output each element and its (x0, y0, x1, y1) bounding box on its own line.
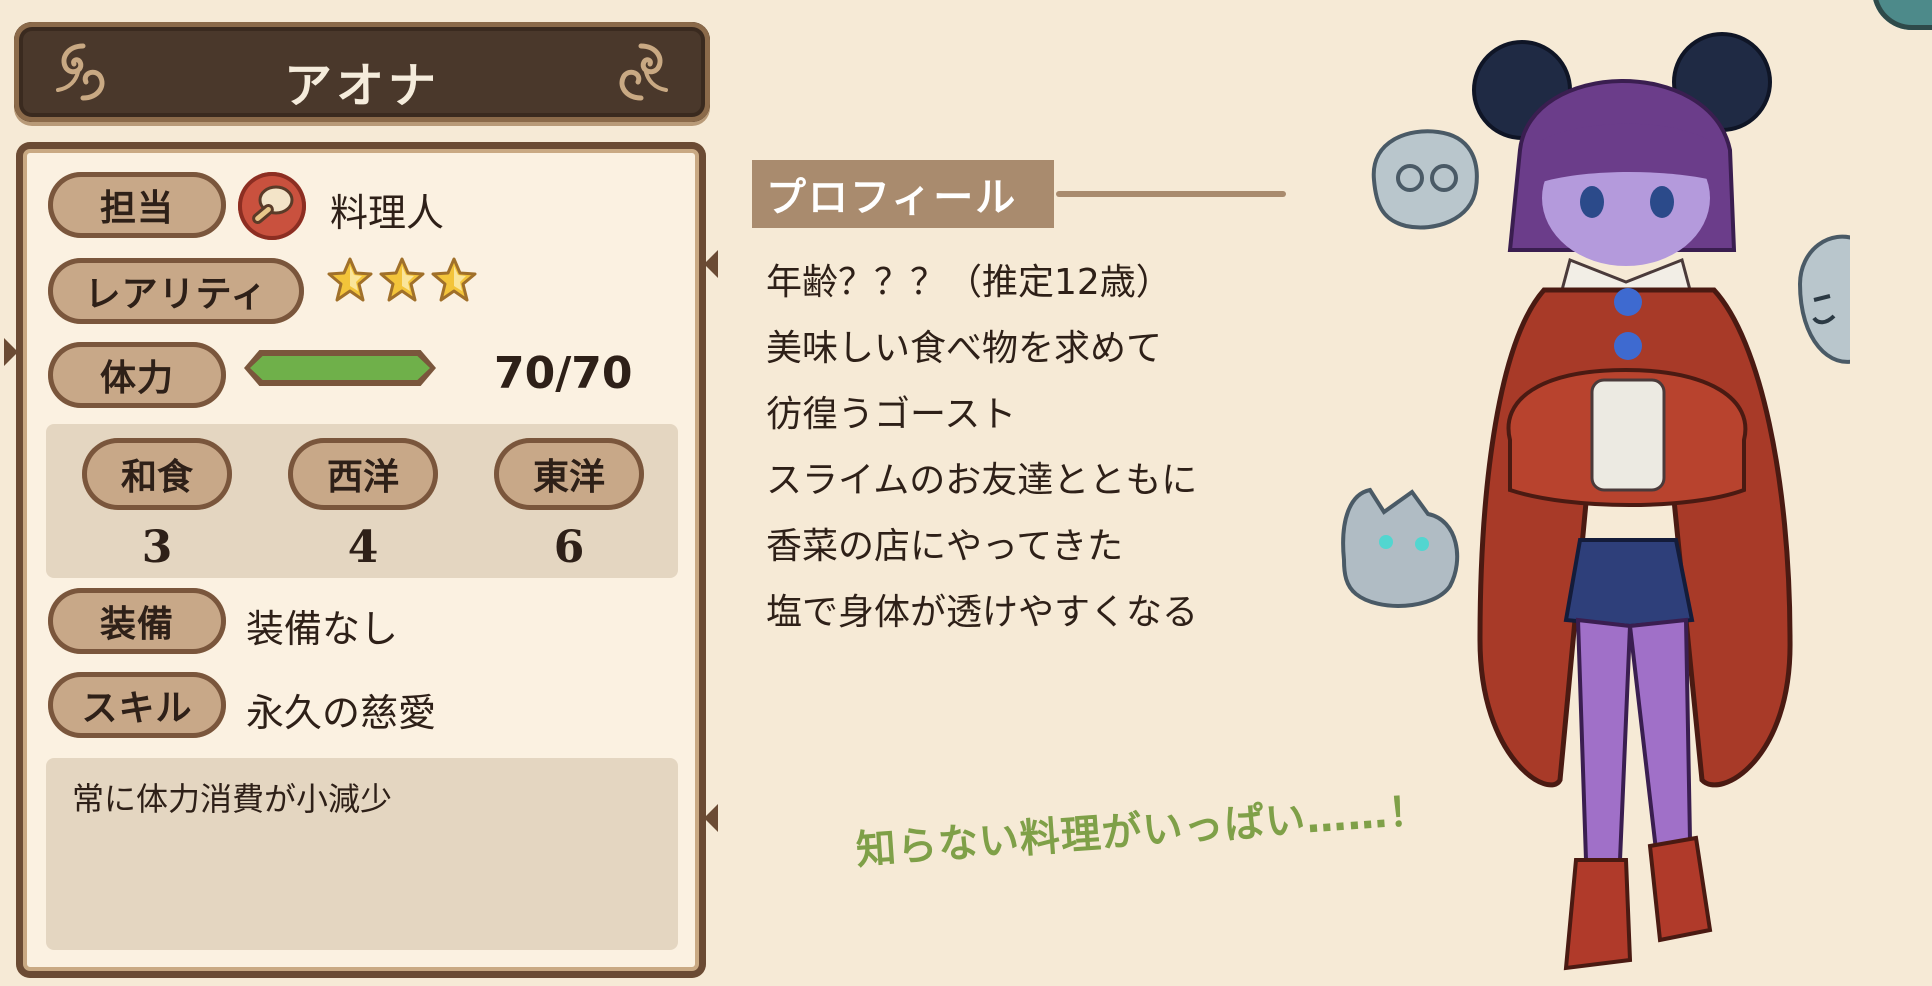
role-label: 担当 (48, 172, 226, 238)
hp-label: 体力 (48, 342, 226, 408)
profile-heading: プロフィール (752, 160, 1054, 228)
hp-bar-fill (250, 356, 430, 380)
profile-line: 香菜の店にやってきた (766, 526, 1124, 567)
hp-bar (244, 350, 436, 386)
panel-notch (704, 250, 718, 278)
profile-line: 美味しい食べ物を求めて (766, 328, 1163, 369)
star-icon (327, 257, 373, 302)
skill-value: 永久の慈愛 (246, 691, 437, 735)
panel-notch (704, 804, 718, 832)
star-icon (379, 257, 425, 302)
equip-value: 装備なし (246, 607, 399, 651)
profile-text: 年齢？？？（推定12歳） 美味しい食べ物を求めて 彷徨うゴースト スライムのお友… (766, 250, 1198, 646)
frying-pan-icon (238, 172, 306, 240)
status-panel: 担当 料理人 レアリティ 体力 70/70 和食 西洋 東洋 3 4 6 装備 … (4, 142, 718, 978)
cuisine-value-western: 4 (347, 522, 379, 573)
rarity-label: レアリティ (48, 258, 304, 324)
cuisine-label-western: 西洋 (288, 438, 438, 510)
profile-line: 彷徨うゴースト (766, 394, 1017, 435)
role-value: 料理人 (330, 191, 445, 235)
cuisine-value-washoku: 3 (141, 522, 173, 573)
cuisine-label-eastern: 東洋 (494, 438, 644, 510)
slime-cat (1341, 487, 1460, 608)
equip-label: 装備 (48, 588, 226, 654)
profile-heading-rule (1056, 191, 1286, 197)
profile-line: スライムのお友達とともに (766, 460, 1198, 501)
slime-owl (1371, 129, 1479, 230)
profile-line: 年齢？？？（推定12歳） (766, 262, 1172, 303)
scroll-ornament-icon (619, 43, 668, 101)
character-illustration (1341, 32, 1850, 971)
skill-description: 常に体力消費が小減少 (72, 780, 393, 818)
star-icon (431, 257, 477, 302)
skill-description-box: 常に体力消費が小減少 (46, 758, 678, 950)
slime-sleepy (1797, 234, 1850, 364)
corner-decoration (1872, 0, 1932, 30)
name-banner: アオナ (14, 22, 710, 122)
profile-line: 塩で身体が透けやすくなる (766, 592, 1199, 633)
hp-value: 70/70 (494, 348, 633, 399)
cuisine-stats: 和食 西洋 東洋 3 4 6 (46, 424, 678, 578)
skill-label: スキル (48, 672, 226, 738)
rarity-stars (326, 256, 478, 304)
cuisine-value-eastern: 6 (553, 522, 585, 573)
panel-notch (4, 338, 18, 366)
cuisine-label-washoku: 和食 (82, 438, 232, 510)
